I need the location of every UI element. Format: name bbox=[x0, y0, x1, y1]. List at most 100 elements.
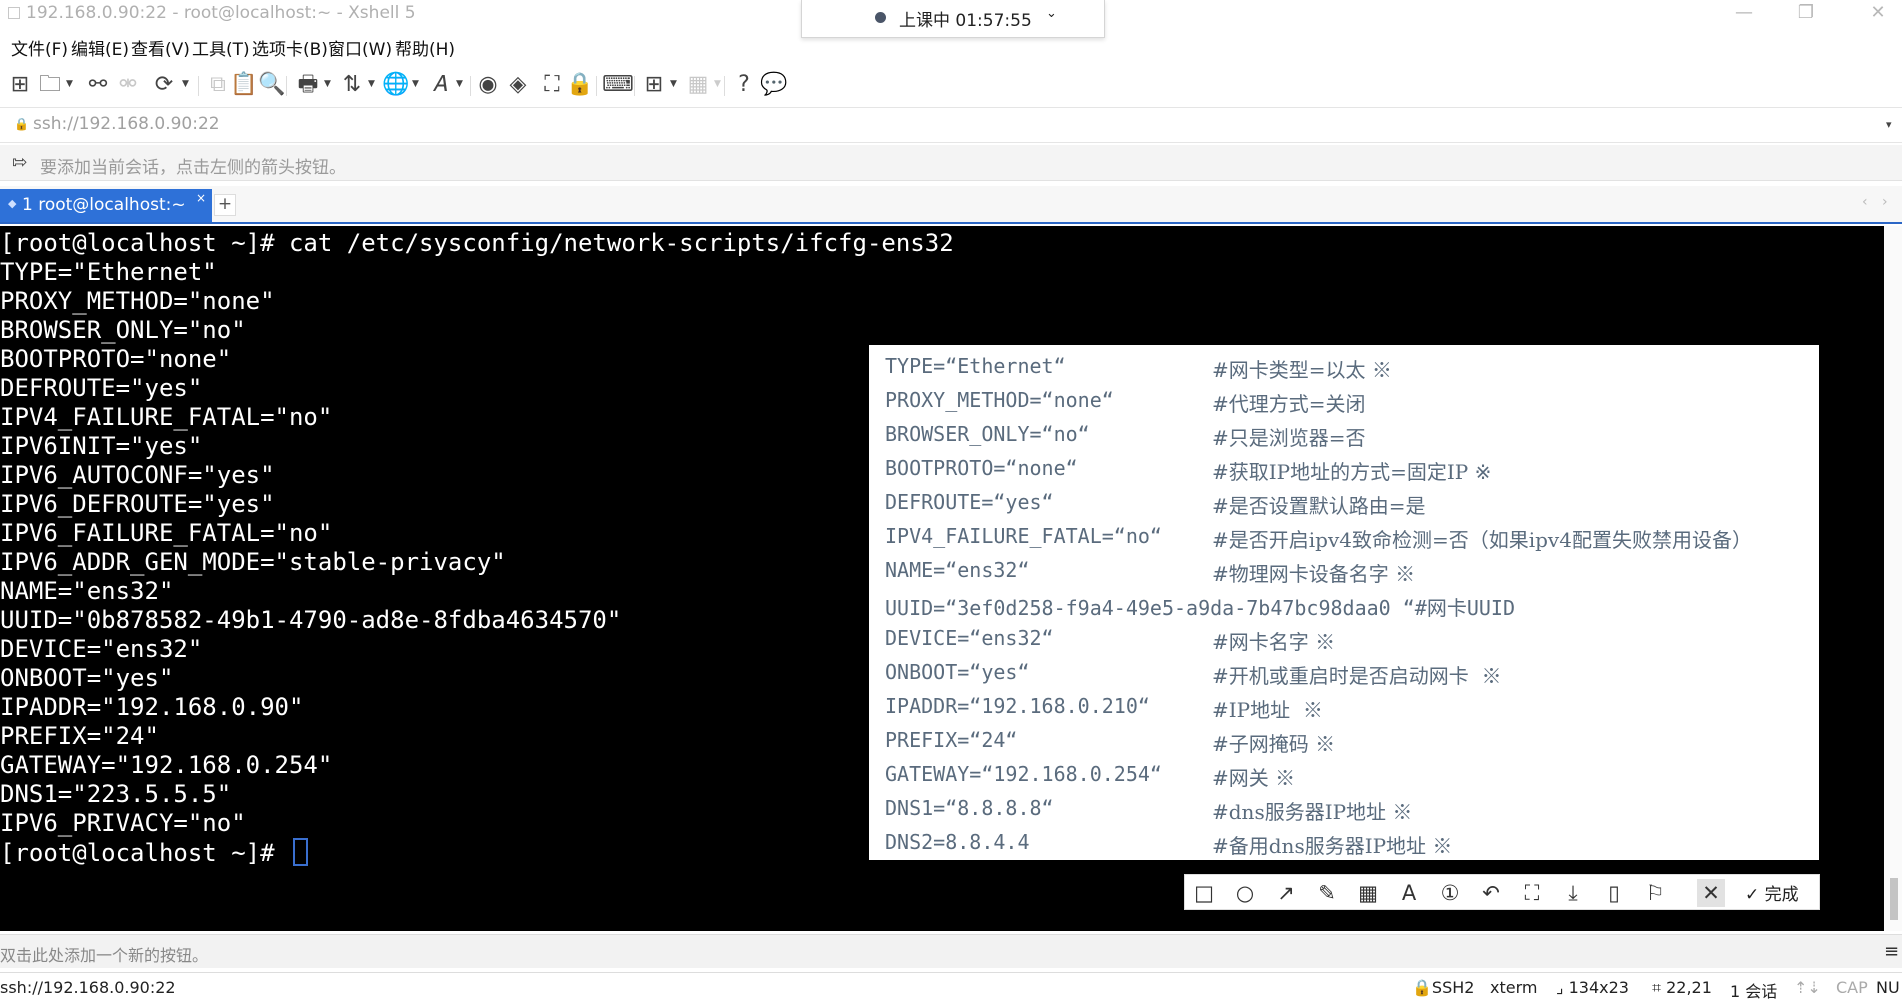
note-comment: #代理方式=关闭 bbox=[1212, 392, 1366, 416]
add-tab-icon[interactable]: ⊞ bbox=[640, 71, 668, 99]
maximize-button[interactable]: ❐ bbox=[1786, 0, 1826, 28]
layout-icon[interactable]: ▦ bbox=[684, 71, 712, 99]
note-row: IPV4_FAILURE_FATAL=“no“ #是否开启ipv4致命检测=否（如… bbox=[885, 524, 1752, 552]
terminal-line: ONBOOT="yes" bbox=[0, 664, 174, 692]
menu-help[interactable]: 帮助(H) bbox=[395, 35, 455, 60]
toolbar-separator bbox=[198, 76, 199, 96]
lock-icon[interactable]: 🔒 bbox=[566, 71, 594, 99]
terminal-line: IPV6_FAILURE_FATAL="no" bbox=[0, 519, 333, 547]
transfer-icon[interactable]: ⇅ bbox=[338, 71, 366, 99]
quick-command-bar[interactable]: 双击此处添加一个新的按钮。 ≡ bbox=[0, 934, 1902, 968]
terminal-prompt[interactable]: [root@localhost ~]# bbox=[0, 838, 308, 868]
xftp-icon[interactable]: ◉ bbox=[474, 71, 502, 99]
font-icon[interactable]: 𝐴 bbox=[426, 71, 454, 99]
toolbar-separator bbox=[470, 76, 471, 96]
download-icon[interactable]: ⤓ bbox=[1559, 879, 1587, 907]
toolbar-separator bbox=[724, 76, 725, 96]
copy-icon[interactable]: ⧉ bbox=[204, 71, 232, 99]
note-row: DNS1=“8.8.8.8“ #dns服务器IP地址 ※ bbox=[885, 796, 1413, 824]
connect-icon[interactable]: ⚯ bbox=[84, 71, 112, 99]
help-icon[interactable]: ? bbox=[730, 71, 758, 99]
address-input[interactable]: ssh://192.168.0.90:22 bbox=[33, 114, 220, 134]
cancel-icon[interactable]: ✕ bbox=[1697, 879, 1725, 907]
note-row: BOOTPROTO=“none“ #获取IP地址的方式=固定IP ※ bbox=[885, 456, 1492, 484]
text-tool-icon[interactable]: A bbox=[1395, 879, 1423, 907]
address-bar: 🔒 ssh://192.168.0.90:22 ▾ bbox=[0, 107, 1902, 143]
note-comment: #获取IP地址的方式=固定IP ※ bbox=[1212, 460, 1492, 484]
open-dropdown-icon[interactable]: ▼ bbox=[66, 79, 73, 89]
scrollbar-thumb[interactable] bbox=[1890, 878, 1898, 920]
reconnect-dropdown-icon[interactable]: ▼ bbox=[182, 79, 189, 89]
bookmark-icon[interactable]: ⚐ bbox=[1641, 879, 1669, 907]
chat-icon[interactable]: 💬 bbox=[760, 71, 788, 99]
tab-close-icon[interactable]: × bbox=[196, 191, 206, 205]
open-folder-icon[interactable]: 🗀 bbox=[36, 71, 64, 99]
print-dropdown-icon[interactable]: ▼ bbox=[324, 79, 331, 89]
prompt-text: [root@localhost ~]# bbox=[0, 839, 289, 867]
pin-icon[interactable]: ▯ bbox=[1600, 879, 1628, 907]
arrow-tool-icon[interactable]: ↗ bbox=[1272, 879, 1300, 907]
crop-icon[interactable]: ⛶ bbox=[1518, 879, 1546, 907]
tab-next-icon[interactable]: › bbox=[1882, 194, 1888, 210]
close-button[interactable]: ✕ bbox=[1858, 0, 1898, 28]
number-tool-icon[interactable]: ① bbox=[1436, 879, 1464, 907]
menu-view[interactable]: 查看(V) bbox=[131, 35, 190, 60]
status-nav-arrows-icon[interactable]: ⇡⇣ bbox=[1794, 978, 1821, 997]
find-icon[interactable]: 🔍 bbox=[258, 71, 286, 99]
globe-icon[interactable]: 🌐 bbox=[382, 71, 410, 99]
ellipse-tool-icon[interactable]: ○ bbox=[1231, 879, 1259, 907]
reconnect-icon[interactable]: ⟳ bbox=[150, 71, 178, 99]
transfer-dropdown-icon[interactable]: ▼ bbox=[368, 79, 375, 89]
print-icon[interactable]: 🖶 bbox=[294, 71, 322, 99]
mosaic-tool-icon[interactable]: ▦ bbox=[1354, 879, 1382, 907]
toolbar-separator bbox=[634, 76, 635, 96]
terminal-line: BROWSER_ONLY="no" bbox=[0, 316, 246, 344]
note-comment: #开机或重启时是否启动网卡 ※ bbox=[1212, 664, 1502, 688]
add-tab-dropdown-icon[interactable]: ▼ bbox=[670, 79, 677, 89]
tab-session-1[interactable]: ◆ 1 root@localhost:~ × bbox=[0, 189, 212, 222]
font-dropdown-icon[interactable]: ▼ bbox=[456, 79, 463, 89]
note-row: NAME=“ens32“ #物理网卡设备名字 ※ bbox=[885, 558, 1416, 586]
done-button[interactable]: ✓ 完成 bbox=[1745, 880, 1799, 905]
class-timer-label: 上课中 01:57:55 bbox=[899, 11, 1032, 31]
rectangle-tool-icon[interactable]: □ bbox=[1190, 879, 1218, 907]
add-tab-button[interactable]: + bbox=[214, 194, 236, 216]
add-session-arrow-icon[interactable]: ⇰ bbox=[12, 152, 27, 173]
status-cap: CAP bbox=[1836, 978, 1868, 997]
quick-menu-icon[interactable]: ≡ bbox=[1884, 941, 1899, 962]
menu-tools[interactable]: 工具(T) bbox=[192, 35, 250, 60]
minimize-button[interactable]: — bbox=[1724, 0, 1764, 28]
fullscreen-icon[interactable]: ⛶ bbox=[538, 71, 566, 99]
terminal-line: IPADDR="192.168.0.90" bbox=[0, 693, 304, 721]
tab-bar: ◆ 1 root@localhost:~ × + ‹ › bbox=[0, 186, 1902, 224]
terminal-line: UUID="0b878582-49b1-4790-ad8e-8fdba46345… bbox=[0, 606, 622, 634]
note-comment: #IP地址 ※ bbox=[1212, 698, 1323, 722]
note-comment: #网卡类型=以太 ※ bbox=[1212, 358, 1392, 382]
note-comment: #子网掩码 ※ bbox=[1212, 732, 1336, 756]
menu-edit[interactable]: 编辑(E) bbox=[71, 35, 129, 60]
app-icon bbox=[8, 7, 20, 19]
terminal-line: IPV6_AUTOCONF="yes" bbox=[0, 461, 275, 489]
note-row: PREFIX=“24“ #子网掩码 ※ bbox=[885, 728, 1336, 756]
pen-tool-icon[interactable]: ✎ bbox=[1313, 879, 1341, 907]
menu-tabs[interactable]: 选项卡(B) bbox=[252, 35, 328, 60]
menu-file[interactable]: 文件(F) bbox=[11, 35, 68, 60]
undo-icon[interactable]: ↶ bbox=[1477, 879, 1505, 907]
disconnect-icon[interactable]: ⚮ bbox=[114, 71, 142, 99]
xmanager-icon[interactable]: ◈ bbox=[504, 71, 532, 99]
terminal-line: DEFROUTE="yes" bbox=[0, 374, 203, 402]
note-row: PROXY_METHOD=“none“ #代理方式=关闭 bbox=[885, 388, 1366, 416]
new-session-icon[interactable]: ⊞ bbox=[6, 71, 34, 99]
menu-window[interactable]: 窗口(W) bbox=[328, 35, 392, 60]
chevron-down-icon[interactable]: ⌄ bbox=[1046, 6, 1057, 21]
note-comment: #是否设置默认路由=是 bbox=[1212, 494, 1426, 518]
note-comment: #物理网卡设备名字 ※ bbox=[1212, 562, 1416, 586]
address-dropdown-icon[interactable]: ▾ bbox=[1886, 118, 1892, 131]
tab-prev-icon[interactable]: ‹ bbox=[1862, 194, 1868, 210]
note-row: DEVICE=“ens32“ #网卡名字 ※ bbox=[885, 626, 1336, 654]
layout-dropdown-icon[interactable]: ▼ bbox=[714, 79, 721, 89]
globe-dropdown-icon[interactable]: ▼ bbox=[412, 79, 419, 89]
keyboard-icon[interactable]: ⌨ bbox=[602, 71, 634, 99]
terminal-scrollbar[interactable] bbox=[1884, 226, 1902, 931]
paste-icon[interactable]: 📋 bbox=[230, 71, 258, 99]
